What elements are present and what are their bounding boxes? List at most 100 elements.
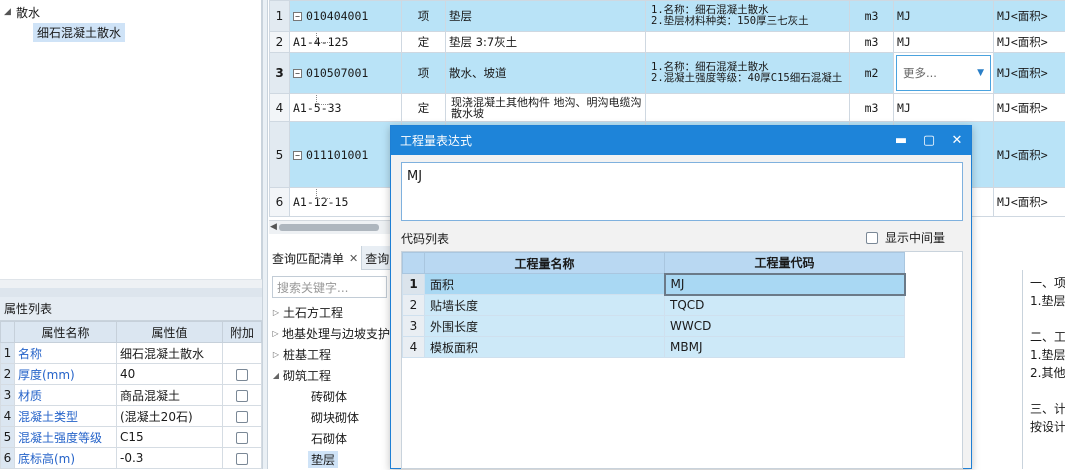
maximize-icon[interactable]: ▢ xyxy=(915,133,943,148)
attach-checkbox[interactable] xyxy=(236,411,248,423)
item-expression-desc: MJ<面积> xyxy=(994,1,1065,32)
row-num: 4 xyxy=(1,406,15,427)
table-row[interactable]: 2 厚度(mm) 40 xyxy=(1,364,262,385)
expand-arrow-icon[interactable]: ▷ xyxy=(269,350,283,359)
tab-query-match[interactable]: 查询匹配清单 ✕ xyxy=(269,246,362,270)
table-row[interactable]: 1 名称 细石混凝土散水 xyxy=(1,343,262,364)
quantity-code[interactable]: TQCD xyxy=(665,295,905,316)
item-description[interactable]: 1.名称：细石混凝土散水2.垫层材料种类：150厚三七灰土 xyxy=(646,1,850,32)
quantity-code[interactable]: MJ xyxy=(665,274,905,295)
vertical-splitter[interactable] xyxy=(262,0,268,469)
table-row[interactable]: 3 材质 商品混凝土 xyxy=(1,385,262,406)
quantity-name[interactable]: 模板面积 xyxy=(425,337,665,358)
quota-code[interactable]: A1-4-125 xyxy=(290,32,402,53)
item-name[interactable]: 散水、坡道 xyxy=(446,53,646,94)
dialog-titlebar[interactable]: 工程量表达式 ▬ ▢ ✕ xyxy=(391,126,971,155)
item-unit: m3 xyxy=(850,32,894,53)
property-value[interactable]: -0.3 xyxy=(117,448,223,469)
tree-scrollbar[interactable] xyxy=(0,279,262,288)
collapse-arrow-icon[interactable]: ◢ xyxy=(4,7,16,17)
category-label: 地基处理与边坡支护 xyxy=(282,325,390,342)
search-input[interactable]: 搜索关键字... xyxy=(272,276,387,298)
subcategory-item[interactable]: 砌块砌体 xyxy=(269,407,390,428)
table-row[interactable]: 6 底标高(m) -0.3 xyxy=(1,448,262,469)
property-extra-cell xyxy=(223,448,262,469)
category-item[interactable]: ▷土石方工程 xyxy=(269,302,390,323)
category-item[interactable]: ◢砌筑工程 xyxy=(269,365,390,386)
property-name: 厚度(mm) xyxy=(15,364,117,385)
attach-checkbox[interactable] xyxy=(236,369,248,381)
bottom-tab-bar: 查询匹配清单 ✕ 查询 xyxy=(269,246,391,270)
table-row[interactable]: 4 A1-5-33 定 现浇混凝土其他构件 地沟、明沟电缆沟散水坡 m3 MJ … xyxy=(270,94,1065,122)
expression-dropdown-cell[interactable]: 更多...▼ xyxy=(894,53,994,94)
show-intermediate-checkbox[interactable] xyxy=(866,232,878,244)
property-value[interactable]: 40 xyxy=(117,364,223,385)
quota-code[interactable]: A1-5-33 xyxy=(290,94,402,122)
grid-horizontal-scrollbar[interactable]: ◀ xyxy=(269,220,391,234)
item-expression[interactable]: MJ xyxy=(894,94,994,122)
quantity-code[interactable]: WWCD xyxy=(665,316,905,337)
table-row[interactable]: 4 混凝土类型 (混凝土20石) xyxy=(1,406,262,427)
item-description[interactable] xyxy=(646,32,850,53)
description-line: 三、计 xyxy=(1030,400,1065,418)
subcategory-label: 垫层 xyxy=(308,451,338,468)
collapse-icon[interactable]: − xyxy=(293,69,302,78)
show-intermediate-toggle[interactable]: 显示中间量 xyxy=(866,229,945,246)
table-row[interactable]: 3 −010507001 项 散水、坡道 1.名称：细石混凝土散水2.混凝土强度… xyxy=(270,53,1065,94)
item-code-cell[interactable]: −011101001 xyxy=(290,122,402,188)
close-icon[interactable]: ✕ xyxy=(943,133,971,148)
description-line: 一、项 xyxy=(1030,274,1065,292)
item-expression[interactable]: MJ xyxy=(894,1,994,32)
attach-checkbox[interactable] xyxy=(236,432,248,444)
table-row[interactable]: 1 −010404001 项 垫层 1.名称：细石混凝土散水2.垫层材料种类：1… xyxy=(270,1,1065,32)
expand-arrow-icon[interactable]: ▷ xyxy=(269,308,283,317)
category-item[interactable]: ▷地基处理与边坡支护 xyxy=(269,323,390,344)
quantity-name[interactable]: 贴墙长度 xyxy=(425,295,665,316)
table-row[interactable]: 1 面积 MJ xyxy=(403,274,905,295)
tab-query-other[interactable]: 查询 xyxy=(362,246,393,270)
collapse-icon[interactable]: − xyxy=(293,151,302,160)
item-name[interactable]: 现浇混凝土其他构件 地沟、明沟电缆沟散水坡 xyxy=(446,94,646,122)
expression-dropdown[interactable]: 更多...▼ xyxy=(896,55,991,91)
subcategory-item[interactable]: 砖砌体 xyxy=(269,386,390,407)
subcategory-item[interactable]: 石砌体 xyxy=(269,428,390,449)
table-row[interactable]: 2 贴墙长度 TQCD xyxy=(403,295,905,316)
desc-line: 2.垫层材料种类：150厚三七灰土 xyxy=(651,16,846,27)
quota-code[interactable]: A1-12-15 xyxy=(290,188,402,217)
quantity-name[interactable]: 面积 xyxy=(425,274,665,295)
property-value[interactable]: 细石混凝土散水 xyxy=(117,343,223,364)
expression-input[interactable]: MJ xyxy=(401,162,963,221)
item-name[interactable]: 垫层 3:7灰土 xyxy=(446,32,646,53)
table-row[interactable]: 4 模板面积 MBMJ xyxy=(403,337,905,358)
item-name[interactable]: 垫层 xyxy=(446,1,646,32)
item-expression[interactable]: MJ xyxy=(894,32,994,53)
item-description[interactable]: 1.名称：细石混凝土散水2.混凝土强度等级：40厚C15细石混凝土 xyxy=(646,53,850,94)
table-row[interactable]: 5 混凝土强度等级 C15 xyxy=(1,427,262,448)
item-code-cell[interactable]: −010507001 xyxy=(290,53,402,94)
tree-child-item[interactable]: 细石混凝土散水 xyxy=(33,23,125,42)
property-value[interactable]: 商品混凝土 xyxy=(117,385,223,406)
close-icon[interactable]: ✕ xyxy=(349,252,358,265)
minimize-icon[interactable]: ▬ xyxy=(887,133,915,148)
property-value[interactable]: (混凝土20石) xyxy=(117,406,223,427)
table-row[interactable]: 3 外围长度 WWCD xyxy=(403,316,905,337)
dropdown-arrow-icon[interactable]: ▼ xyxy=(977,68,984,78)
scroll-thumb[interactable] xyxy=(279,224,379,231)
tree-root-item[interactable]: ◢ 散水 xyxy=(4,4,40,20)
horizontal-splitter[interactable] xyxy=(0,288,262,297)
subcategory-item[interactable]: 垫层 xyxy=(269,449,390,470)
quantity-code[interactable]: MBMJ xyxy=(665,337,905,358)
item-description[interactable] xyxy=(646,94,850,122)
table-row[interactable]: 2 A1-4-125 定 垫层 3:7灰土 m3 MJ MJ<面积> xyxy=(270,32,1065,53)
quantity-name[interactable]: 外围长度 xyxy=(425,316,665,337)
description-line xyxy=(1030,382,1065,400)
scroll-left-icon[interactable]: ◀ xyxy=(270,222,277,232)
property-value[interactable]: C15 xyxy=(117,427,223,448)
attach-checkbox[interactable] xyxy=(236,453,248,465)
collapse-icon[interactable]: − xyxy=(293,12,302,21)
category-item[interactable]: ▷桩基工程 xyxy=(269,344,390,365)
item-code-cell[interactable]: −010404001 xyxy=(290,1,402,32)
expand-arrow-icon[interactable]: ▷ xyxy=(269,329,282,338)
collapse-arrow-icon[interactable]: ◢ xyxy=(269,371,283,380)
attach-checkbox[interactable] xyxy=(236,390,248,402)
